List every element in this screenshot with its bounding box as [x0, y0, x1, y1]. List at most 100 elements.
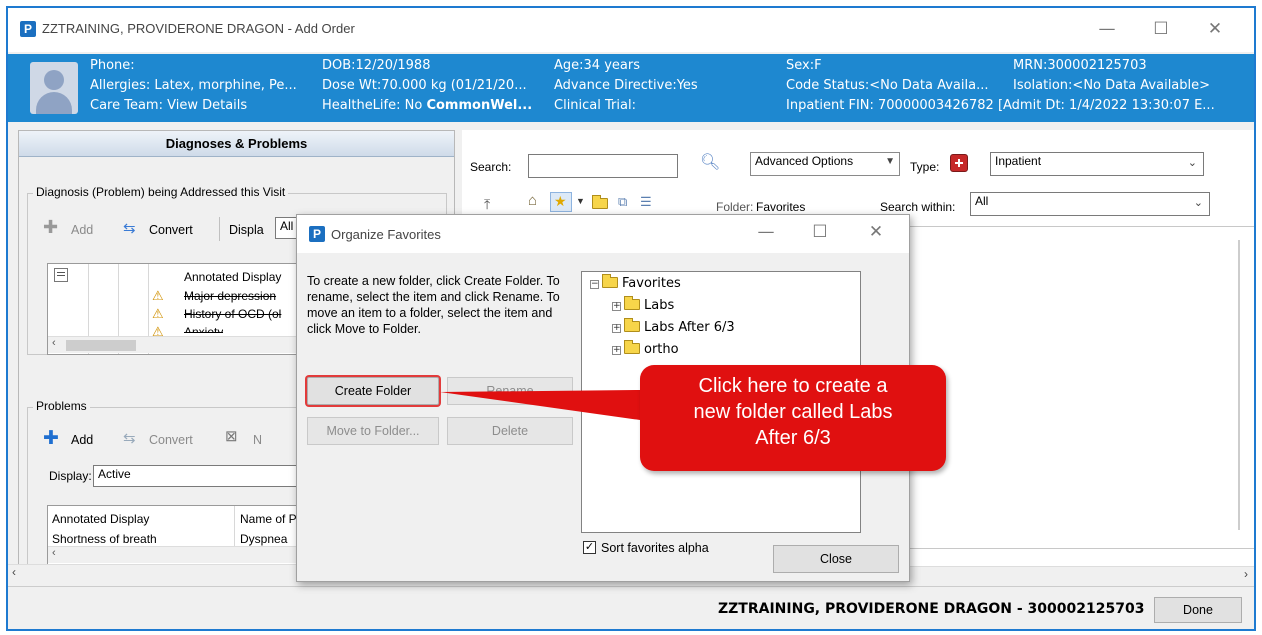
- sex-label: Sex:F: [786, 58, 822, 73]
- age-label: Age:34 years: [554, 58, 640, 73]
- copy-icon[interactable]: ⧉: [618, 194, 627, 210]
- chevron-down-icon: ⌄: [1193, 197, 1203, 209]
- minimize-button[interactable]: —: [1084, 14, 1130, 44]
- dialog-instructions: To create a new folder, click Create Fol…: [307, 274, 560, 336]
- callout-line-3: After 6/3: [755, 427, 831, 449]
- type-select[interactable]: Inpatient ⌄: [990, 152, 1204, 176]
- expand-icon[interactable]: +: [612, 324, 621, 333]
- dialog-minimize-button[interactable]: —: [743, 217, 789, 247]
- dose-weight-label: Dose Wt:70.000 kg (01/21/20...: [322, 78, 527, 93]
- folder-icon: [624, 296, 640, 310]
- patient-id-label: ZZTRAINING, PROVIDERONE DRAGON - 3000021…: [718, 601, 1145, 617]
- dx-display-label: Displa: [229, 223, 264, 237]
- done-button[interactable]: Done: [1154, 597, 1242, 623]
- dx-row[interactable]: Anxiety: [184, 325, 223, 333]
- dx-row[interactable]: Major depression: [184, 289, 276, 303]
- up-folder-icon[interactable]: ⤒: [484, 196, 490, 213]
- prob-grid-scrollbar[interactable]: ‹: [48, 546, 306, 563]
- expand-icon[interactable]: +: [612, 346, 621, 355]
- display-label: Display:: [49, 469, 92, 483]
- scroll-left-icon[interactable]: ‹: [52, 337, 56, 349]
- phone-label: Phone:: [90, 58, 135, 73]
- sort-alpha-checkbox[interactable]: ✓: [583, 541, 596, 554]
- search-within-select[interactable]: All ⌄: [970, 192, 1210, 216]
- patient-avatar: [30, 62, 78, 114]
- tree-node-labs-after[interactable]: + Labs After 6/3: [612, 318, 735, 335]
- warning-icon: ⚠: [152, 306, 164, 321]
- callout-pointer: [440, 390, 640, 420]
- problem-row-name[interactable]: Shortness of breath: [52, 532, 157, 546]
- mrn-label: MRN:300002125703: [1013, 58, 1147, 73]
- chevron-down-icon: ⌄: [1187, 157, 1197, 169]
- chevron-down-icon[interactable]: ▼: [576, 196, 585, 206]
- problem-convert-button[interactable]: Convert: [149, 433, 193, 447]
- dx-grid-header: Annotated Display: [184, 270, 282, 284]
- problem-next-button[interactable]: N: [253, 433, 262, 447]
- favorites-star-button[interactable]: ★: [550, 192, 572, 212]
- app-logo-icon: P: [20, 21, 36, 37]
- convert-arrows-icon: ⇆: [123, 430, 136, 447]
- chevron-down-icon: ▼: [885, 156, 895, 167]
- dialog-maximize-button[interactable]: ☐: [797, 217, 843, 247]
- diagnosis-grid: Annotated Display ⚠ Major depression ⚠ H…: [47, 263, 307, 355]
- problem-display-select[interactable]: Active: [93, 465, 313, 487]
- dialog-close-button[interactable]: Close: [773, 545, 899, 573]
- add-plus-icon: ✚: [43, 428, 59, 449]
- tree-node-favorites[interactable]: − Favorites: [590, 274, 681, 291]
- bottom-bar: ZZTRAINING, PROVIDERONE DRAGON - 3000021…: [8, 586, 1254, 629]
- edit-list-icon[interactable]: ☰: [640, 194, 652, 210]
- prob-grid-col1: Annotated Display: [52, 512, 150, 526]
- dx-convert-button[interactable]: Convert: [149, 223, 193, 237]
- clinical-trial-label: Clinical Trial:: [554, 98, 636, 113]
- inpatient-fin-label: Inpatient FIN: 70000003426782 [Admit Dt:…: [786, 98, 1215, 113]
- star-icon: ★: [554, 193, 567, 209]
- diagnosis-group-label: Diagnosis (Problem) being Addressed this…: [33, 185, 289, 199]
- dialog-title-bar: P Organize Favorites — ☐ ✕: [297, 215, 909, 253]
- folder-icon[interactable]: [592, 195, 608, 209]
- scroll-right-icon[interactable]: ›: [1244, 567, 1248, 581]
- search-label: Search:: [470, 160, 512, 174]
- scroll-thumb[interactable]: [66, 340, 136, 351]
- move-to-folder-button[interactable]: Move to Folder...: [307, 417, 439, 445]
- dob-label: DOB:12/20/1988: [322, 58, 431, 73]
- tree-node-labs[interactable]: + Labs: [612, 296, 674, 313]
- scroll-left-icon[interactable]: ‹: [52, 547, 56, 559]
- folder-icon: [624, 318, 640, 332]
- collapse-icon[interactable]: −: [590, 280, 599, 289]
- vertical-scrollbar[interactable]: [1238, 240, 1240, 530]
- close-button[interactable]: ✕: [1192, 14, 1238, 44]
- app-logo-icon: P: [309, 226, 325, 242]
- dx-grid-scrollbar[interactable]: ‹: [48, 336, 306, 353]
- maximize-button[interactable]: ☐: [1138, 14, 1184, 44]
- allergies-label[interactable]: Allergies: Latex, morphine, Pe...: [90, 78, 297, 93]
- create-folder-button[interactable]: Create Folder: [307, 377, 439, 405]
- dx-row[interactable]: History of OCD (ol: [184, 307, 281, 321]
- dialog-close-x-button[interactable]: ✕: [853, 217, 899, 247]
- convert-arrows-icon: ⇆: [123, 220, 136, 237]
- advanced-options-dropdown[interactable]: Advanced Options ▼: [750, 152, 900, 176]
- inpatient-type-icon: [950, 154, 968, 172]
- prob-grid-col2: Name of P: [240, 512, 297, 526]
- patient-banner: Phone: Allergies: Latex, morphine, Pe...…: [8, 54, 1254, 122]
- problem-row-dx[interactable]: Dyspnea: [240, 532, 287, 546]
- folder-icon: [602, 274, 618, 288]
- problem-add-button[interactable]: Add: [71, 433, 93, 447]
- scroll-left-icon[interactable]: ‹: [12, 565, 16, 579]
- search-input[interactable]: [528, 154, 678, 178]
- search-icon[interactable]: 🔍︎: [700, 152, 720, 171]
- advanced-options-label: Advanced Options: [755, 154, 854, 168]
- callout-line-2: new folder called Labs: [693, 401, 893, 423]
- home-icon[interactable]: ⌂: [528, 192, 537, 209]
- warning-icon: ⚠: [152, 288, 164, 303]
- dx-add-button[interactable]: Add: [71, 223, 93, 237]
- care-team-link[interactable]: Care Team: View Details: [90, 98, 247, 113]
- dialog-title: Organize Favorites: [331, 227, 441, 242]
- pane-header: Diagnoses & Problems: [19, 131, 454, 157]
- folder-label: Folder:: [716, 200, 754, 214]
- noknown-icon: ⊠: [225, 428, 238, 445]
- callout-line-1: Click here to create a: [698, 375, 888, 397]
- sort-alpha-label: Sort favorites alpha: [601, 541, 709, 555]
- tree-node-ortho[interactable]: + ortho: [612, 340, 679, 357]
- folder-icon: [624, 340, 640, 354]
- expand-icon[interactable]: +: [612, 302, 621, 311]
